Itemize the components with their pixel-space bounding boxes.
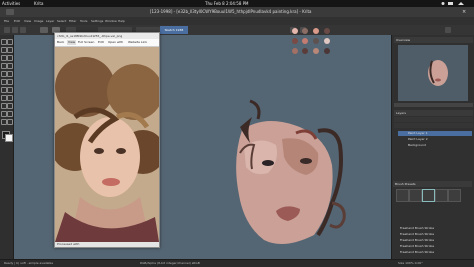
background-color-swatch[interactable] [5,134,13,142]
clock[interactable]: Thu Feb 8 2:04:58 PM [205,1,249,6]
menu-filter[interactable]: Filter [69,18,76,24]
overview-zoom-slider[interactable] [394,103,473,107]
palette-swatch-7[interactable] [313,38,319,44]
fullscreen-button[interactable]: Full Screen [77,40,95,45]
layer-row[interactable]: Paint Layer 1 [398,131,472,136]
pan-tool-icon[interactable] [7,119,13,125]
palette-swatch-6[interactable] [302,38,308,44]
save-icon[interactable] [20,27,26,33]
menu-layer[interactable]: Layer [46,18,54,24]
menu-view[interactable]: View [24,18,31,24]
reference-status-bar: Processed with [55,242,159,247]
brush-presets-header: Brush Presets [393,181,472,187]
menu-window[interactable]: Window [105,18,117,24]
open-document-icon[interactable] [12,27,18,33]
layers-header: Layers [394,110,473,116]
website-link-button[interactable]: Website Link [127,40,148,45]
reference-toolbar: Back View Full Screen Edit Open with Web… [55,39,159,47]
layer-row[interactable]: Paint Layer 2 [398,137,472,142]
brush-preset-thumb[interactable] [422,189,435,202]
gradient-selector[interactable] [40,27,48,33]
assistant-tool-icon[interactable] [7,95,13,101]
line-tool-icon[interactable] [7,47,13,53]
brush-preset-thumb[interactable] [409,189,422,202]
toolbox [0,35,14,259]
overview-thumbnail[interactable] [398,45,468,101]
preset-list-item[interactable]: Freehand Brush Stroke [398,232,472,237]
magic-wand-icon[interactable] [7,111,13,117]
palette-swatch-5[interactable] [292,38,298,44]
palette-swatch-10[interactable] [302,48,308,54]
menu-select[interactable]: Select [57,18,66,24]
menu-image[interactable]: Image [34,18,43,24]
palette-swatch-2[interactable] [302,28,308,34]
preset-list-item[interactable]: Freehand Brush Stroke [398,238,472,243]
layer-opacity-row[interactable] [394,123,473,128]
close-icon[interactable]: × [462,9,468,15]
reference-image-window[interactable]: c3db_l1_ss1tBI9b20uu1W55_-Rhpe.vel_png B… [54,32,160,248]
overview-header: Overview [394,37,473,43]
gradient-tool-icon[interactable] [7,79,13,85]
palette-swatch-9[interactable] [292,48,298,54]
menu-file[interactable]: File [4,18,9,24]
activities-button[interactable]: Activities [2,1,20,6]
palette-swatch-1[interactable] [292,28,298,34]
krita-title-bar: [123-1998] - [e32b_ll3tyl0CWY9Bouul1W5_h… [0,7,474,17]
window-title: [123-1998] - [e32b_ll3tyl0CWY9Bouul1W5_h… [150,9,312,14]
reference-photo [55,47,159,242]
ellipse-tool-icon[interactable] [7,55,13,61]
workspace-icon[interactable] [445,27,451,33]
painted-face [236,99,346,244]
krita-logo-icon [6,9,14,15]
menu-help[interactable]: Help [118,18,125,24]
menu-tools[interactable]: Tools [80,18,87,24]
palette-swatch-8[interactable] [324,38,330,44]
menu-edit[interactable]: Edit [14,18,20,24]
menu-bar: File Edit View Image Layer Select Filter… [0,17,474,25]
freehand-path-icon[interactable] [7,63,13,69]
palette-swatch-4[interactable] [324,28,330,34]
layer-blend-row[interactable] [394,117,473,122]
edit-button[interactable]: Edit [97,40,105,45]
status-zoom[interactable]: Size 100% 0.00° [398,261,423,266]
palette-swatch-3[interactable] [313,28,319,34]
ellipse-select-icon[interactable] [7,103,13,109]
move-tool-icon[interactable] [7,71,13,77]
preset-list-item[interactable]: Freehand Brush Stroke [398,226,472,231]
brush-preset-thumb[interactable] [448,189,461,202]
brush-preset-thumb[interactable] [396,189,409,202]
os-top-bar: Activities Krita Thu Feb 8 2:04:58 PM [0,0,474,7]
back-button[interactable]: Back [56,40,65,45]
preset-list-item[interactable]: Freehand Brush Stroke [398,250,472,255]
status-color-space: RGB/Alpha (8-bit integer/channel) sRGB [140,261,200,265]
app-menu[interactable]: Krita [34,1,43,6]
fill-tool-icon[interactable] [7,87,13,93]
brush-preset-thumb[interactable] [435,189,448,202]
view-button[interactable]: View [67,40,77,45]
layer-row[interactable]: Background [398,143,472,148]
text-tool-icon[interactable] [7,39,13,45]
tab-sketch[interactable]: Sketch 1938 [160,26,188,34]
open-with-button[interactable]: Open with [107,40,124,45]
preset-list-item[interactable]: Freehand Brush Stroke [398,244,472,249]
new-document-icon[interactable] [4,27,10,33]
system-tray-icons[interactable] [440,1,470,6]
menu-settings[interactable]: Settings [91,18,103,24]
palette-swatch-11[interactable] [313,48,319,54]
status-left: Ready | b) soft ..simple available [4,261,54,265]
palette-swatch-12[interactable] [324,48,330,54]
